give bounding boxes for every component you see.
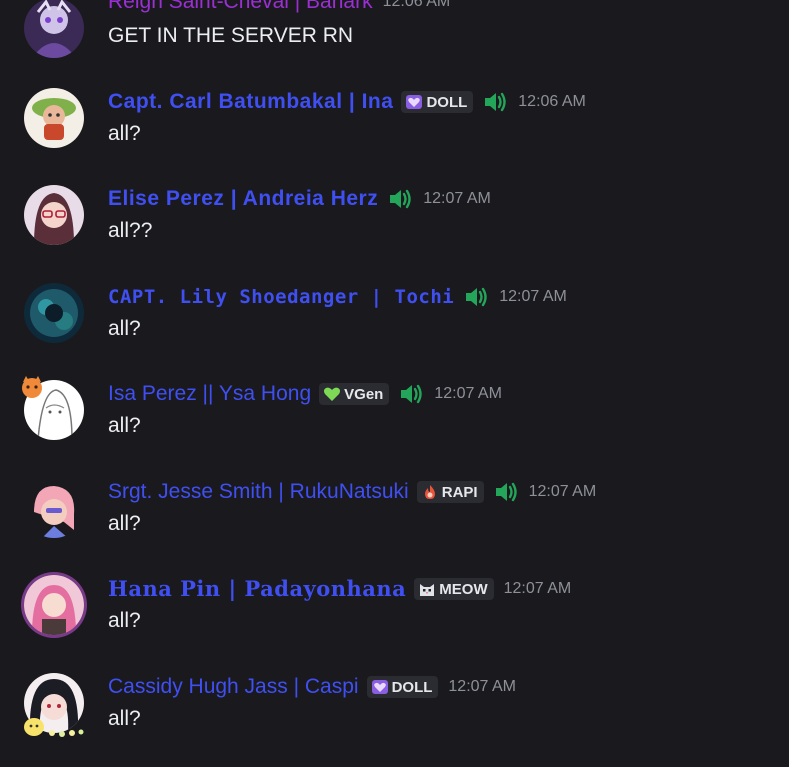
username[interactable]: Cassidy Hugh Jass | Caspi xyxy=(108,673,359,701)
message-item: Capt. Carl Batumbakal | Ina DOLL 12:06 A… xyxy=(0,86,789,182)
timestamp: 12:07 AM xyxy=(434,385,502,402)
timestamp: 12:07 AM xyxy=(448,678,516,695)
avatar[interactable] xyxy=(24,88,84,148)
role-tag-label: DOLL xyxy=(426,93,468,111)
timestamp: 12:06 AM xyxy=(518,93,586,110)
voice-status-icon xyxy=(463,284,489,310)
avatar-decoration-icon xyxy=(24,718,84,737)
cat-icon xyxy=(420,584,435,596)
message-text: all? xyxy=(108,122,141,145)
role-tag[interactable]: MEOW xyxy=(414,578,494,600)
avatar[interactable] xyxy=(24,575,84,635)
message-item: Hana Pin | Padayonhana MEOW 12:07 AM all… xyxy=(0,573,789,669)
purple-heart-icon xyxy=(371,680,388,694)
flame-icon xyxy=(424,485,435,499)
message-text: all? xyxy=(108,414,141,437)
timestamp: 12:07 AM xyxy=(528,483,597,500)
username[interactable]: Capt. Carl Batumbakal | Ina xyxy=(108,88,393,116)
purple-heart-icon xyxy=(406,95,423,109)
voice-status-icon xyxy=(493,479,519,505)
username[interactable]: Elise Perez | Andreia Herz xyxy=(108,185,378,213)
timestamp: 12:07 AM xyxy=(423,190,491,207)
message-item: CAPT. Lily Shoedanger | Tochi 12:07 AM a… xyxy=(0,281,789,377)
message-text: all? xyxy=(108,317,141,340)
message-item: Cassidy Hugh Jass | Caspi DOLL 12:07 AM … xyxy=(0,671,789,767)
username[interactable]: Hana Pin | Padayonhana xyxy=(108,575,406,603)
avatar-decoration-icon xyxy=(22,376,42,398)
avatar[interactable] xyxy=(24,185,84,245)
role-tag-label: RAPI xyxy=(441,483,478,501)
message-text: all? xyxy=(108,707,141,730)
message-text: GET IN THE SERVER RN xyxy=(108,24,354,47)
message-text: all?? xyxy=(108,219,153,242)
role-tag-label: MEOW xyxy=(439,580,488,598)
avatar[interactable] xyxy=(24,0,84,58)
role-tag[interactable]: RAPI xyxy=(416,481,484,503)
green-heart-icon xyxy=(324,387,341,401)
username[interactable]: Reign Saint-Cheval | Banark xyxy=(108,0,373,16)
role-tag-label: DOLL xyxy=(391,678,433,696)
role-tag[interactable]: DOLL xyxy=(366,676,439,698)
message-item: Srgt. Jesse Smith | RukuNatsuki RAPI 12:… xyxy=(0,476,789,572)
voice-status-icon xyxy=(387,186,413,212)
username[interactable]: Srgt. Jesse Smith | RukuNatsuki xyxy=(108,478,409,506)
message-item: Reign Saint-Cheval | Banark 12:06 AM GET… xyxy=(0,0,789,84)
message-item: Elise Perez | Andreia Herz 12:07 AM all?… xyxy=(0,183,789,279)
timestamp: 12:07 AM xyxy=(499,288,567,305)
message-item: Isa Perez || Ysa Hong VGen 12:07 AM all? xyxy=(0,376,789,474)
timestamp: 12:06 AM xyxy=(382,0,451,10)
username[interactable]: Isa Perez || Ysa Hong xyxy=(108,380,311,408)
voice-status-icon xyxy=(398,381,424,407)
role-tag[interactable]: VGen xyxy=(319,383,390,405)
timestamp: 12:07 AM xyxy=(503,580,572,597)
role-tag-label: VGen xyxy=(344,385,384,403)
avatar[interactable] xyxy=(24,283,84,343)
message-text: all? xyxy=(108,609,141,632)
avatar[interactable] xyxy=(24,478,84,538)
message-text: all? xyxy=(108,512,141,535)
username[interactable]: CAPT. Lily Shoedanger | Tochi xyxy=(108,283,454,311)
role-tag[interactable]: DOLL xyxy=(401,91,474,113)
voice-status-icon xyxy=(482,89,508,115)
